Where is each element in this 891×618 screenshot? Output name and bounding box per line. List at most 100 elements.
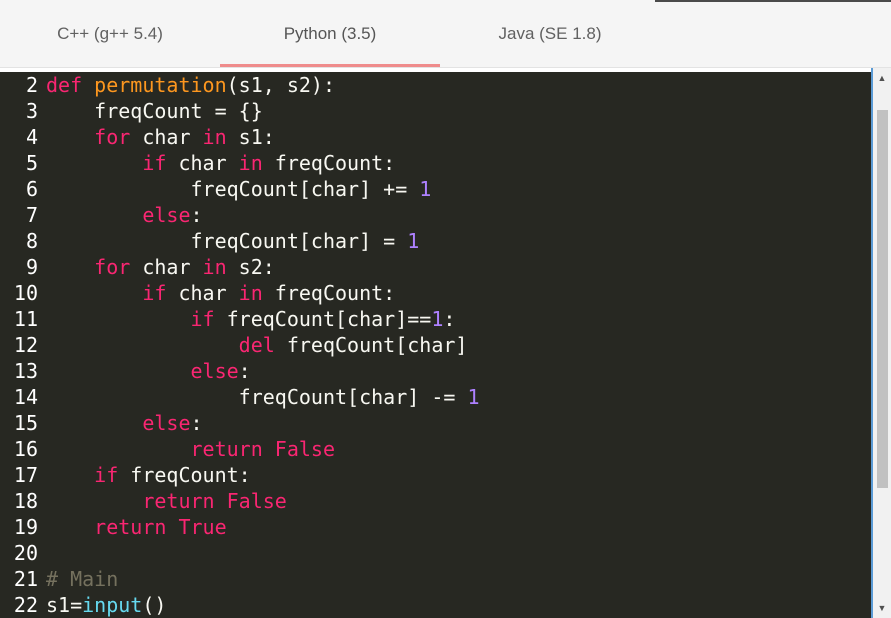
line-number: 4 — [25, 125, 38, 149]
vertical-scrollbar[interactable]: ▲ ▼ — [871, 68, 891, 618]
code-line[interactable]: 19 return True — [0, 514, 871, 540]
code-line[interactable]: 4 for char in s1: — [0, 124, 871, 150]
code-line[interactable]: 18 return False — [0, 488, 871, 514]
line-code: else: — [46, 359, 251, 383]
line-number: 11 — [13, 307, 38, 331]
keyword-token: else — [142, 411, 191, 435]
code-line[interactable]: 7 else: — [0, 202, 871, 228]
line-number: 14 — [13, 385, 38, 409]
code-line[interactable]: 3 freqCount = {} — [0, 98, 871, 124]
line-code: freqCount[char] -= 1 — [46, 385, 480, 409]
line-number: 20 — [13, 541, 38, 565]
keyword-token: in — [238, 281, 263, 305]
tab-cpp[interactable]: C++ (g++ 5.4) — [0, 0, 220, 67]
code-line[interactable]: 22 s1=input() — [0, 592, 871, 618]
code-line[interactable]: 15 else: — [0, 410, 871, 436]
code-text: : — [238, 359, 251, 383]
code-line[interactable]: 8 freqCount[char] = 1 — [0, 228, 871, 254]
line-code: if freqCount[char]==1: — [46, 307, 456, 331]
line-code: freqCount[char] += 1 — [46, 177, 431, 201]
keyword-token: else — [190, 359, 239, 383]
code-line[interactable]: 12 del freqCount[char] — [0, 332, 871, 358]
line-number: 2 — [25, 73, 38, 97]
code-line[interactable]: 17 if freqCount: — [0, 462, 871, 488]
line-number: 3 — [25, 99, 38, 123]
code-text: s1: — [226, 125, 275, 149]
keyword-token: if — [142, 151, 167, 175]
code-editor[interactable]: 2 def permutation(s1, s2): 3 freqCount = {… — [0, 68, 891, 618]
line-number: 6 — [25, 177, 38, 201]
keyword-token: False — [226, 489, 287, 513]
keyword-token: False — [274, 437, 336, 461]
code-text: : — [190, 411, 203, 435]
arrow-up-icon[interactable]: ▲ — [873, 70, 891, 86]
code-line[interactable]: 9 for char in s2: — [0, 254, 871, 280]
line-code: for char in s1: — [46, 125, 275, 149]
line-code: return False — [46, 437, 336, 461]
line-code: for char in s2: — [46, 255, 275, 279]
arrow-down-icon[interactable]: ▼ — [873, 600, 891, 616]
code-text: freqCount: — [262, 281, 396, 305]
keyword-token: if — [142, 281, 167, 305]
keyword-token: del — [238, 333, 275, 357]
code-text: freqCount[char] -= — [46, 385, 468, 409]
code-line[interactable]: 14 freqCount[char] -= 1 — [0, 384, 871, 410]
code-text: : — [190, 203, 203, 227]
number-token: 1 — [431, 307, 444, 331]
code-line[interactable]: 11 if freqCount[char]==1: — [0, 306, 871, 332]
code-text: freqCount: — [262, 151, 396, 175]
tab-python[interactable]: Python (3.5) — [220, 0, 440, 67]
keyword-token: for — [94, 125, 131, 149]
line-code: return True — [46, 515, 226, 539]
line-number: 21 — [13, 567, 38, 591]
line-number: 15 — [13, 411, 38, 435]
code-text: : — [443, 307, 456, 331]
code-text: freqCount[char]== — [214, 307, 432, 331]
code-line[interactable]: 21 # Main — [0, 566, 871, 592]
code-line[interactable]: 6 freqCount[char] += 1 — [0, 176, 871, 202]
code-line[interactable]: 16 return False — [0, 436, 871, 462]
line-number: 17 — [13, 463, 38, 487]
code-line[interactable]: 5 if char in freqCount: — [0, 150, 871, 176]
line-number: 8 — [25, 229, 38, 253]
keyword-token: in — [202, 125, 227, 149]
code-text: () — [142, 593, 167, 617]
number-token: 1 — [467, 385, 480, 409]
tab-java[interactable]: Java (SE 1.8) — [440, 0, 660, 67]
language-tab-bar: C++ (g++ 5.4) Python (3.5) Java (SE 1.8) — [0, 0, 891, 68]
code-line[interactable]: 10 if char in freqCount: — [0, 280, 871, 306]
line-number: 22 — [13, 593, 38, 617]
line-number: 7 — [25, 203, 38, 227]
code-text: freqCount[char] — [274, 333, 468, 357]
code-text: char — [130, 125, 203, 149]
code-line[interactable]: 20 — [0, 540, 871, 566]
keyword-token: in — [202, 255, 227, 279]
line-code: if char in freqCount: — [46, 151, 395, 175]
line-number: 13 — [13, 359, 38, 383]
line-code: freqCount = {} — [46, 99, 263, 123]
line-code: if char in freqCount: — [46, 281, 395, 305]
scrollbar-thumb[interactable] — [877, 110, 888, 488]
keyword-token: return — [142, 489, 215, 513]
line-number: 19 — [13, 515, 38, 539]
function-name-token: permutation — [94, 73, 227, 97]
code-text: freqCount: — [118, 463, 251, 487]
code-area[interactable]: 2 def permutation(s1, s2): 3 freqCount = {… — [0, 72, 871, 618]
code-line[interactable]: 2 def permutation(s1, s2): — [0, 72, 871, 98]
line-code: return False — [46, 489, 287, 513]
code-line[interactable]: 13 else: — [0, 358, 871, 384]
line-number: 5 — [25, 151, 38, 175]
keyword-token: if — [94, 463, 119, 487]
line-code: else: — [46, 203, 203, 227]
line-code: del freqCount[char] — [46, 333, 468, 357]
comment-token: # Main — [46, 567, 119, 591]
